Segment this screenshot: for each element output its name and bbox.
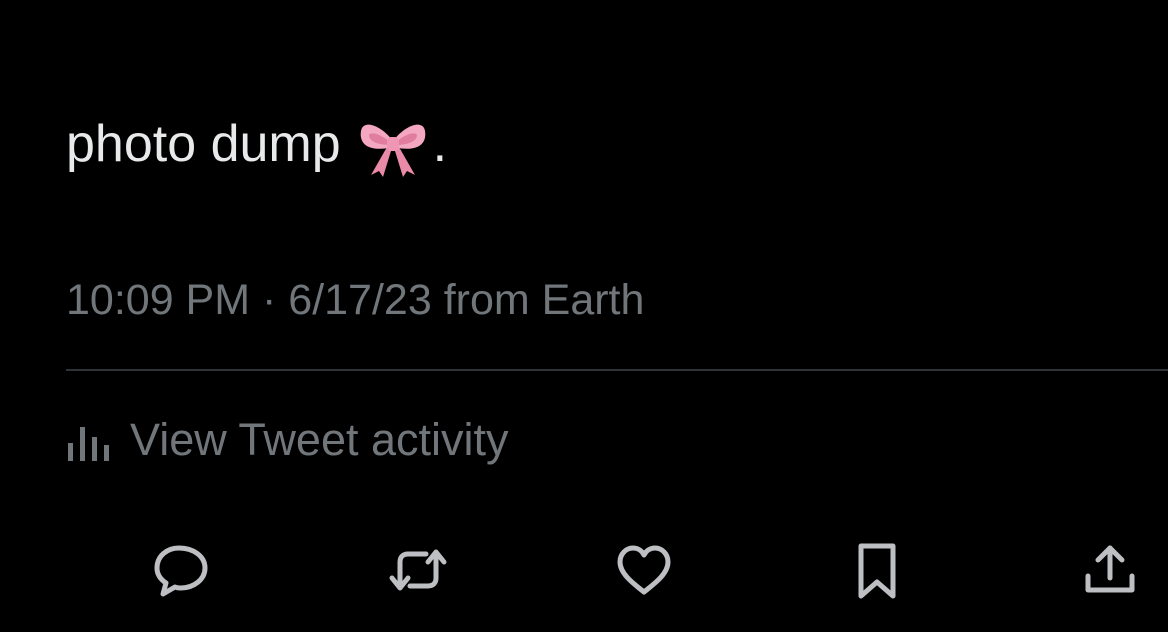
tweet-time[interactable]: 10:09 PM xyxy=(66,276,250,324)
like-button[interactable] xyxy=(604,530,684,610)
view-tweet-activity-link[interactable]: View Tweet activity xyxy=(66,410,509,470)
tweet-date[interactable]: 6/17/23 xyxy=(288,276,431,324)
tweet-text-period: . xyxy=(432,115,448,173)
tweet-source: from Earth xyxy=(431,276,645,324)
divider xyxy=(66,369,1168,371)
retweet-icon xyxy=(389,549,447,591)
tweet-text: photo dump . xyxy=(66,108,447,180)
view-tweet-activity-label[interactable]: View Tweet activity xyxy=(130,410,509,470)
reply-button[interactable] xyxy=(141,530,221,610)
tweet-text-content: photo dump xyxy=(66,115,341,173)
bar-chart-icon xyxy=(68,427,109,461)
meta-separator: · xyxy=(250,276,289,324)
share-button[interactable] xyxy=(1070,530,1150,610)
bookmark-icon xyxy=(858,543,896,599)
tweet-timestamp: 10:09 PM · 6/17/23 from Earth xyxy=(66,270,644,330)
comment-icon xyxy=(154,545,208,597)
heart-icon xyxy=(617,545,671,595)
bookmark-button[interactable] xyxy=(837,530,917,610)
share-icon xyxy=(1085,545,1135,593)
bow-icon xyxy=(360,124,425,177)
retweet-button[interactable] xyxy=(378,530,458,610)
tweet-action-bar xyxy=(0,530,1168,610)
